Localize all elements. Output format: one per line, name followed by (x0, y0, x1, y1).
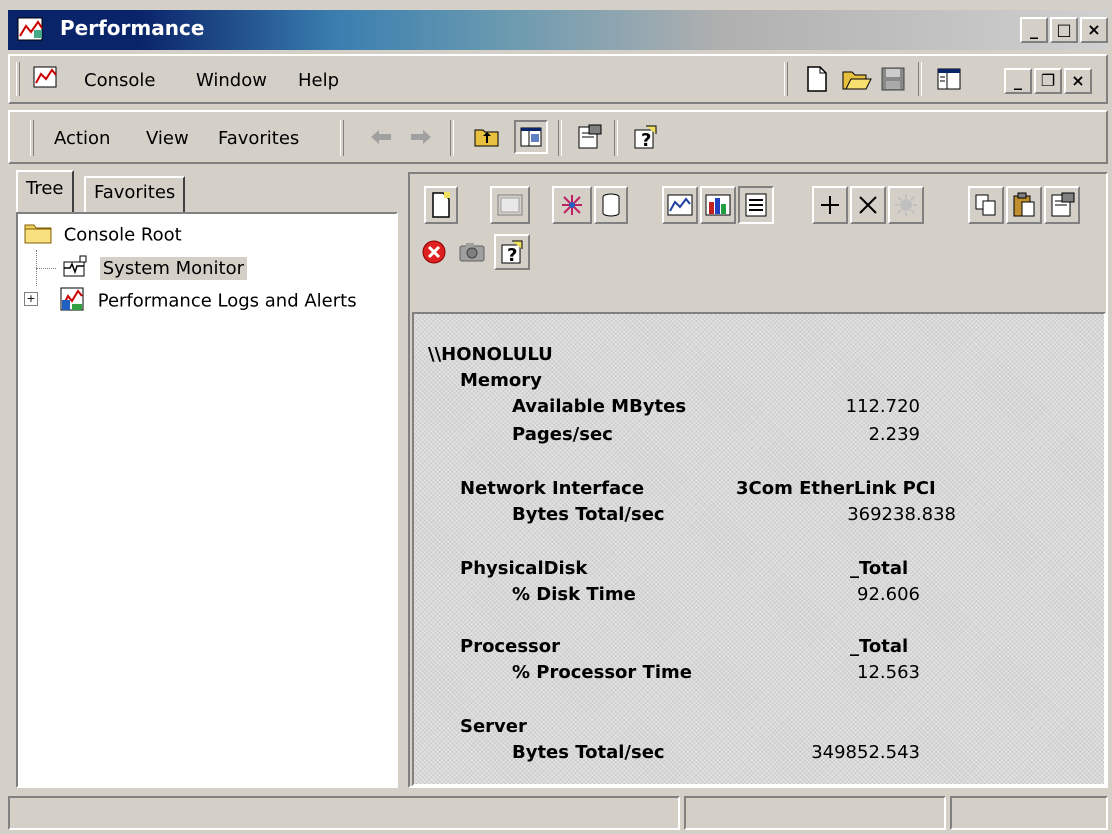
menu-console[interactable]: Console (84, 70, 155, 91)
child-close-button[interactable]: × (1064, 68, 1092, 94)
properties-icon[interactable] (572, 120, 606, 154)
report-instance: _Total (850, 636, 909, 657)
freeze-display-icon[interactable] (416, 234, 452, 270)
minimize-button[interactable]: _ (1020, 17, 1048, 43)
report-view[interactable]: \\HONOLULU Memory Available MBytes 112.7… (412, 312, 1106, 786)
view-report-icon[interactable] (738, 186, 774, 224)
performance-app-icon[interactable] (16, 16, 46, 44)
action-bar: Action View Favorites ? (8, 110, 1108, 164)
view-graph-icon[interactable] (662, 186, 698, 224)
menubar-grip[interactable] (16, 62, 20, 96)
report-instance: 3Com EtherLink PCI (736, 478, 936, 499)
open-folder-icon[interactable] (840, 62, 874, 96)
tree-item-label: System Monitor (99, 256, 248, 280)
report-object: Network Interface (460, 478, 645, 499)
paste-counter-list-icon[interactable] (1006, 186, 1042, 224)
child-restore-button[interactable]: ❐ (1034, 68, 1062, 94)
tree-item-system-monitor[interactable]: System Monitor (58, 254, 248, 283)
report-counter: % Processor Time (512, 662, 692, 683)
report-computer: \\HONOLULU (428, 344, 553, 365)
report-value: 92.606 (857, 584, 920, 605)
status-bar (8, 796, 1108, 830)
report-value: 112.720 (845, 396, 920, 417)
close-button[interactable]: × (1080, 17, 1108, 43)
save-icon[interactable] (876, 62, 910, 96)
svg-text:?: ? (507, 245, 517, 265)
report-object: PhysicalDisk (460, 558, 588, 579)
report-counter: % Disk Time (512, 584, 636, 605)
add-counter-icon[interactable] (812, 186, 848, 224)
actionbar-grip[interactable] (30, 120, 34, 156)
view-histogram-icon[interactable] (700, 186, 736, 224)
folder-icon (24, 222, 52, 249)
status-pane-right (950, 796, 1108, 830)
forward-arrow-icon[interactable] (404, 120, 438, 154)
copy-properties-icon[interactable] (968, 186, 1004, 224)
report-value: 12.563 (857, 662, 920, 683)
report-counter: Pages/sec (512, 424, 613, 445)
help-icon[interactable]: ? (628, 120, 662, 154)
monitor-help-icon[interactable]: ? (494, 234, 530, 270)
report-object: Memory (460, 370, 542, 391)
highlight-icon[interactable] (888, 186, 924, 224)
menu-help[interactable]: Help (298, 70, 339, 91)
show-hide-console-tree-icon[interactable] (514, 120, 548, 154)
report-value: 2.239 (868, 424, 920, 445)
child-minimize-button[interactable]: _ (1004, 68, 1032, 94)
tree-item-label: Performance Logs and Alerts (97, 290, 357, 312)
back-arrow-icon[interactable] (364, 120, 398, 154)
maximize-button[interactable]: □ (1050, 17, 1078, 43)
console-tree[interactable]: Console Root System Monitor + Performanc… (16, 212, 398, 788)
performance-logs-icon (58, 286, 86, 317)
report-object: Server (460, 716, 527, 737)
toolbar-separator (918, 62, 922, 96)
toolbar-separator (614, 120, 618, 156)
delete-counter-icon[interactable] (850, 186, 886, 224)
tree-item-performance-logs[interactable]: Performance Logs and Alerts (58, 286, 357, 317)
toolbar-separator (558, 120, 562, 156)
menu-view[interactable]: View (146, 128, 189, 149)
expand-toggle[interactable]: + (24, 292, 38, 306)
window-title: Performance (60, 16, 205, 40)
report-object: Processor (460, 636, 560, 657)
view-log-data-icon[interactable] (594, 186, 628, 224)
tree-item-label: Console Root (63, 224, 182, 246)
title-bar[interactable]: Performance _ □ × (8, 10, 1108, 50)
update-data-icon[interactable] (454, 234, 490, 270)
new-document-icon[interactable] (800, 62, 834, 96)
menu-window[interactable]: Window (196, 70, 267, 91)
tree-item-console-root[interactable]: Console Root (24, 222, 182, 249)
status-pane-main (8, 796, 680, 830)
monitor-properties-icon[interactable] (1044, 186, 1080, 224)
report-counter: Available MBytes (512, 396, 687, 417)
show-hide-tree-icon[interactable] (932, 62, 966, 96)
tab-favorites[interactable]: Favorites (84, 176, 186, 212)
toolbar-separator (450, 120, 454, 156)
report-counter: Bytes Total/sec (512, 742, 665, 763)
up-one-level-icon[interactable] (470, 120, 504, 154)
console-app-icon[interactable] (32, 64, 60, 92)
system-monitor-icon (58, 254, 90, 283)
menu-bar: Console Window Help _ ❐ × (8, 54, 1108, 104)
tab-tree[interactable]: Tree (16, 170, 74, 212)
report-counter: Bytes Total/sec (512, 504, 665, 525)
status-pane-middle (684, 796, 946, 830)
menu-favorites[interactable]: Favorites (218, 128, 299, 149)
menu-action[interactable]: Action (54, 128, 110, 149)
report-value: 349852.543 (811, 742, 920, 763)
toolbar-grip[interactable] (784, 62, 788, 96)
new-counter-set-icon[interactable] (424, 186, 458, 224)
clear-display-icon[interactable] (490, 186, 530, 224)
svg-text:?: ? (641, 130, 651, 150)
navbar-grip[interactable] (340, 120, 344, 156)
report-instance: _Total (850, 558, 909, 579)
tree-line (36, 268, 56, 270)
view-current-activity-icon[interactable] (552, 186, 592, 224)
report-value: 369238.838 (847, 504, 956, 525)
